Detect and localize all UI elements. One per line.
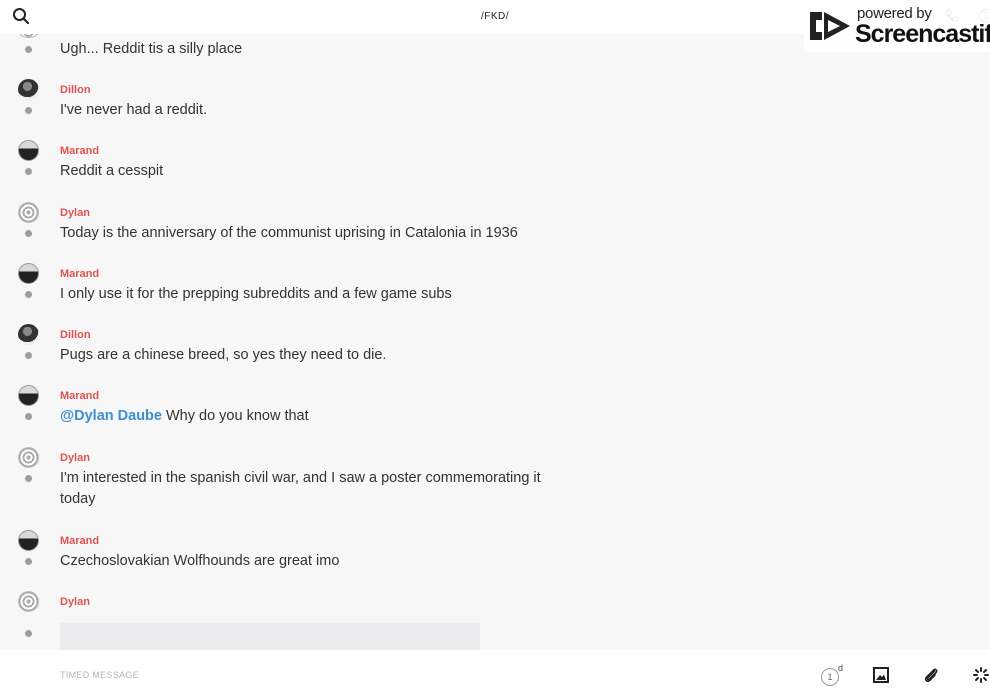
loading-indicator xyxy=(972,666,990,684)
user-mention[interactable]: @Dylan Daube xyxy=(60,408,162,424)
status-dot xyxy=(25,558,32,565)
message-author[interactable]: Dylan xyxy=(60,596,90,608)
image-icon xyxy=(873,667,889,683)
status-dot xyxy=(25,230,32,237)
avatar[interactable] xyxy=(18,140,39,161)
message-author[interactable]: Marand xyxy=(60,268,99,280)
status-dot xyxy=(25,168,32,175)
message-author[interactable]: Dillon xyxy=(60,329,91,341)
status-dot xyxy=(25,352,32,359)
timer-unit: d xyxy=(838,663,844,673)
avatar[interactable] xyxy=(18,79,39,100)
status-dot xyxy=(25,46,32,53)
avatar[interactable] xyxy=(18,591,39,612)
message-composer: 1 d xyxy=(0,650,990,700)
watermark-brand: Screencastify xyxy=(855,20,990,48)
message-text: I only use it for the prepping subreddit… xyxy=(60,286,452,302)
avatar[interactable] xyxy=(18,447,39,468)
status-dot xyxy=(25,107,32,114)
timed-message-input[interactable] xyxy=(60,666,560,684)
message-author[interactable]: Marand xyxy=(60,390,99,402)
attach-file-button[interactable] xyxy=(922,666,940,684)
status-dot xyxy=(25,413,32,420)
message-author[interactable]: Dillon xyxy=(60,84,91,96)
loading-spinner-icon xyxy=(973,667,989,683)
status-dot xyxy=(25,475,32,482)
timer-value: 1 xyxy=(821,668,839,686)
message-text: Ugh... Reddit tis a silly place xyxy=(60,41,243,57)
message-text: Reddit a cesspit xyxy=(60,163,164,179)
avatar[interactable] xyxy=(18,530,39,551)
status-dot xyxy=(25,630,32,637)
message-text: I've never had a reddit. xyxy=(60,102,208,118)
message-author[interactable]: Marand xyxy=(60,145,99,157)
message-text-body: Why do you know that xyxy=(161,408,309,424)
message-content-placeholder xyxy=(60,623,480,650)
message-list: Ugh... Reddit tis a silly place Dillon I… xyxy=(0,0,990,650)
message-author[interactable]: Dylan xyxy=(60,452,90,464)
avatar[interactable] xyxy=(18,263,39,284)
message-author[interactable]: Marand xyxy=(60,535,99,547)
screencastify-watermark: powered by Screencastify xyxy=(804,0,990,52)
message-text: Pugs are a chinese breed, so yes they ne… xyxy=(60,347,387,363)
message-text: Today is the anniversary of the communis… xyxy=(60,225,518,241)
screencastify-logo-icon xyxy=(810,12,850,40)
message-text: @Dylan Daube Why do you know that xyxy=(60,406,550,427)
message-author[interactable]: Dylan xyxy=(60,207,90,219)
message-timer-button[interactable]: 1 d xyxy=(821,663,845,687)
avatar[interactable] xyxy=(18,385,39,406)
message-text: I'm interested in the spanish civil war,… xyxy=(60,470,541,507)
avatar[interactable] xyxy=(18,202,39,223)
send-image-button[interactable] xyxy=(872,666,890,684)
paperclip-icon xyxy=(924,668,938,682)
message-text: Czechoslovakian Wolfhounds are great imo xyxy=(60,553,340,569)
avatar[interactable] xyxy=(18,324,39,345)
status-dot xyxy=(25,291,32,298)
